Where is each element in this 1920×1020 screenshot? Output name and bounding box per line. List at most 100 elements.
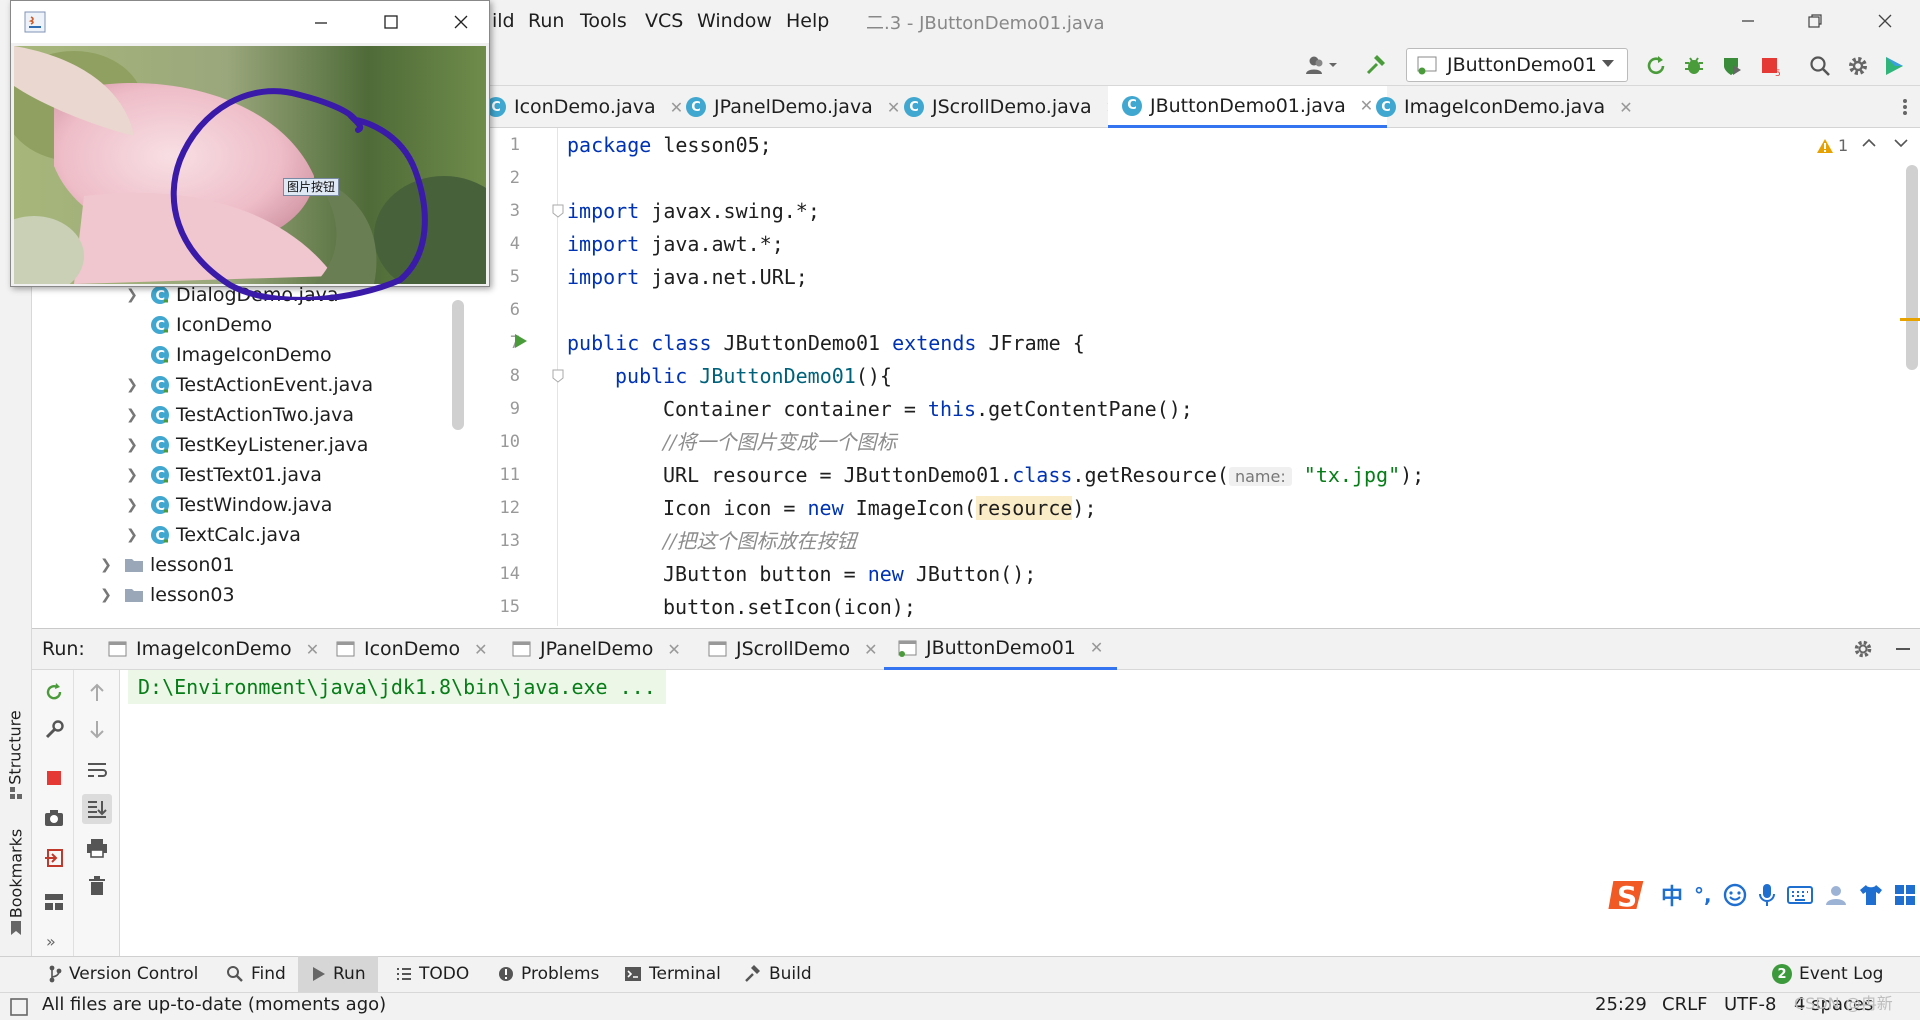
run-tab-close-icon[interactable]: ✕: [1090, 638, 1103, 657]
chevron-right-icon[interactable]: ❯: [96, 557, 116, 573]
bookmarks-tool-button[interactable]: Bookmarks: [4, 820, 30, 940]
fold-icon[interactable]: [552, 369, 564, 383]
rerun-icon[interactable]: [42, 680, 66, 704]
image-button-label[interactable]: 图片按钮: [283, 178, 340, 196]
structure-tool-button[interactable]: Structure: [4, 700, 30, 800]
exit-icon[interactable]: [42, 846, 66, 870]
todo-button[interactable]: TODO: [396, 956, 469, 992]
close-icon[interactable]: [1870, 8, 1900, 34]
trash-icon[interactable]: [85, 874, 109, 898]
build-button[interactable]: Build: [744, 956, 812, 992]
tab-close-icon[interactable]: ✕: [670, 98, 683, 117]
fold-icon[interactable]: [552, 204, 564, 218]
microphone-icon[interactable]: [1758, 883, 1776, 907]
run-tab-jpaneldemo[interactable]: JPanelDemo ✕: [512, 628, 681, 670]
chevron-right-icon[interactable]: ❯: [122, 467, 142, 483]
version-control-button[interactable]: Version Control: [48, 956, 198, 992]
restore-icon[interactable]: [1800, 8, 1830, 34]
minimize-icon[interactable]: [1733, 8, 1763, 34]
tree-file-item[interactable]: C IconDemo: [122, 310, 272, 340]
tab-close-icon[interactable]: ✕: [887, 98, 900, 117]
tab-jbuttondemo01[interactable]: C JButtonDemo01.java ✕: [1108, 86, 1388, 128]
event-log-button[interactable]: 2 Event Log: [1772, 956, 1883, 992]
tab-jpaneldemo[interactable]: C JPanelDemo.java ✕: [686, 86, 900, 128]
toolbox-grid-icon[interactable]: [1894, 884, 1916, 906]
plugin-logo-icon[interactable]: [1880, 52, 1908, 80]
warnings-indicator[interactable]: 1: [1816, 136, 1848, 155]
chevron-up-icon[interactable]: [1862, 138, 1876, 148]
settings-gear-icon[interactable]: [1844, 52, 1872, 80]
caret-position[interactable]: 25:29: [1595, 994, 1647, 1015]
run-tab-icondemo[interactable]: IconDemo ✕: [336, 628, 488, 670]
warning-marker[interactable]: [1900, 318, 1920, 321]
status-message[interactable]: All files are up-to-date (moments ago): [42, 994, 386, 1015]
run-tab-close-icon[interactable]: ✕: [667, 640, 680, 659]
run-gutter-icon[interactable]: [514, 333, 528, 349]
menu-tools[interactable]: Tools: [580, 10, 627, 32]
chevron-down-icon[interactable]: [1894, 138, 1908, 148]
build-hammer-icon[interactable]: [1362, 51, 1390, 79]
print-icon[interactable]: [85, 836, 109, 860]
tab-close-icon[interactable]: ✕: [1619, 98, 1632, 117]
arrow-up-icon[interactable]: [85, 680, 109, 704]
more-icon[interactable]: »: [46, 932, 56, 951]
skin-shirt-icon[interactable]: [1859, 884, 1883, 906]
tree-file-item[interactable]: ❯ C TestKeyListener.java: [122, 430, 368, 460]
chevron-right-icon[interactable]: ❯: [122, 527, 142, 543]
file-encoding[interactable]: UTF-8: [1724, 994, 1776, 1015]
tree-folder-item[interactable]: ❯ lesson03: [96, 580, 234, 610]
user-icon[interactable]: [1302, 51, 1342, 79]
menu-window[interactable]: Window: [697, 10, 772, 32]
more-tabs-icon[interactable]: [1896, 96, 1914, 118]
maximize-icon[interactable]: [377, 11, 405, 33]
tree-folder-item[interactable]: ❯ lesson01: [96, 550, 234, 580]
terminal-button[interactable]: Terminal: [624, 956, 721, 992]
problems-button[interactable]: Problems: [498, 956, 599, 992]
menu-vcs[interactable]: VCS: [645, 10, 683, 32]
tab-close-icon[interactable]: ✕: [1360, 96, 1373, 115]
keyboard-icon[interactable]: [1786, 885, 1813, 905]
debug-bug-icon[interactable]: [1680, 52, 1708, 80]
emoji-icon[interactable]: [1723, 883, 1747, 907]
menu-build[interactable]: ild: [492, 10, 515, 32]
chevron-right-icon[interactable]: ❯: [122, 377, 142, 393]
minimize-icon[interactable]: [307, 11, 335, 33]
tree-scrollbar[interactable]: [452, 300, 464, 430]
layout-icon[interactable]: [42, 890, 66, 914]
tree-file-item[interactable]: ❯ C TestWindow.java: [122, 490, 332, 520]
wrench-icon[interactable]: [42, 718, 66, 742]
run-tab-close-icon[interactable]: ✕: [474, 640, 487, 659]
soft-wrap-icon[interactable]: [85, 758, 109, 782]
rerun-icon[interactable]: [1642, 52, 1670, 80]
chevron-right-icon[interactable]: ❯: [122, 407, 142, 423]
tree-file-item[interactable]: ❯ C TestText01.java: [122, 460, 322, 490]
chevron-right-icon[interactable]: ❯: [122, 497, 142, 513]
menu-run[interactable]: Run: [528, 10, 564, 32]
find-button[interactable]: Find: [226, 956, 286, 992]
stop-icon[interactable]: 5: [1756, 52, 1784, 80]
coverage-icon[interactable]: [1718, 52, 1746, 80]
run-tool-button[interactable]: Run: [298, 956, 378, 992]
sogou-logo-icon[interactable]: S: [1608, 875, 1650, 915]
tab-imageicondemo[interactable]: C ImageIconDemo.java ✕: [1376, 86, 1633, 128]
scroll-to-end-icon[interactable]: [82, 794, 112, 824]
tab-icondemo[interactable]: C IconDemo.java ✕: [486, 86, 683, 128]
stop-icon[interactable]: [42, 766, 66, 790]
run-tab-close-icon[interactable]: ✕: [864, 640, 877, 659]
tab-jscrolldemo[interactable]: CJScrollDemo.java✕: [904, 86, 1119, 128]
chevron-right-icon[interactable]: ❯: [122, 437, 142, 453]
tree-file-item[interactable]: ❯ C TextCalc.java: [122, 520, 301, 550]
run-config-select[interactable]: JButtonDemo01: [1406, 48, 1628, 82]
run-tab-imageicondemo[interactable]: ImageIconDemo ✕: [108, 628, 319, 670]
user-avatar-icon[interactable]: [1824, 883, 1848, 907]
tree-file-item[interactable]: ❯ C TestActionEvent.java: [122, 370, 373, 400]
run-settings-gear-icon[interactable]: [1852, 638, 1874, 660]
menu-help[interactable]: Help: [786, 10, 829, 32]
run-tab-close-icon[interactable]: ✕: [306, 640, 319, 659]
arrow-down-icon[interactable]: [85, 718, 109, 742]
camera-icon[interactable]: [42, 806, 66, 830]
close-icon[interactable]: [447, 11, 475, 33]
image-button[interactable]: [14, 46, 486, 284]
line-separator[interactable]: CRLF: [1662, 994, 1707, 1015]
chevron-right-icon[interactable]: ❯: [96, 587, 116, 603]
